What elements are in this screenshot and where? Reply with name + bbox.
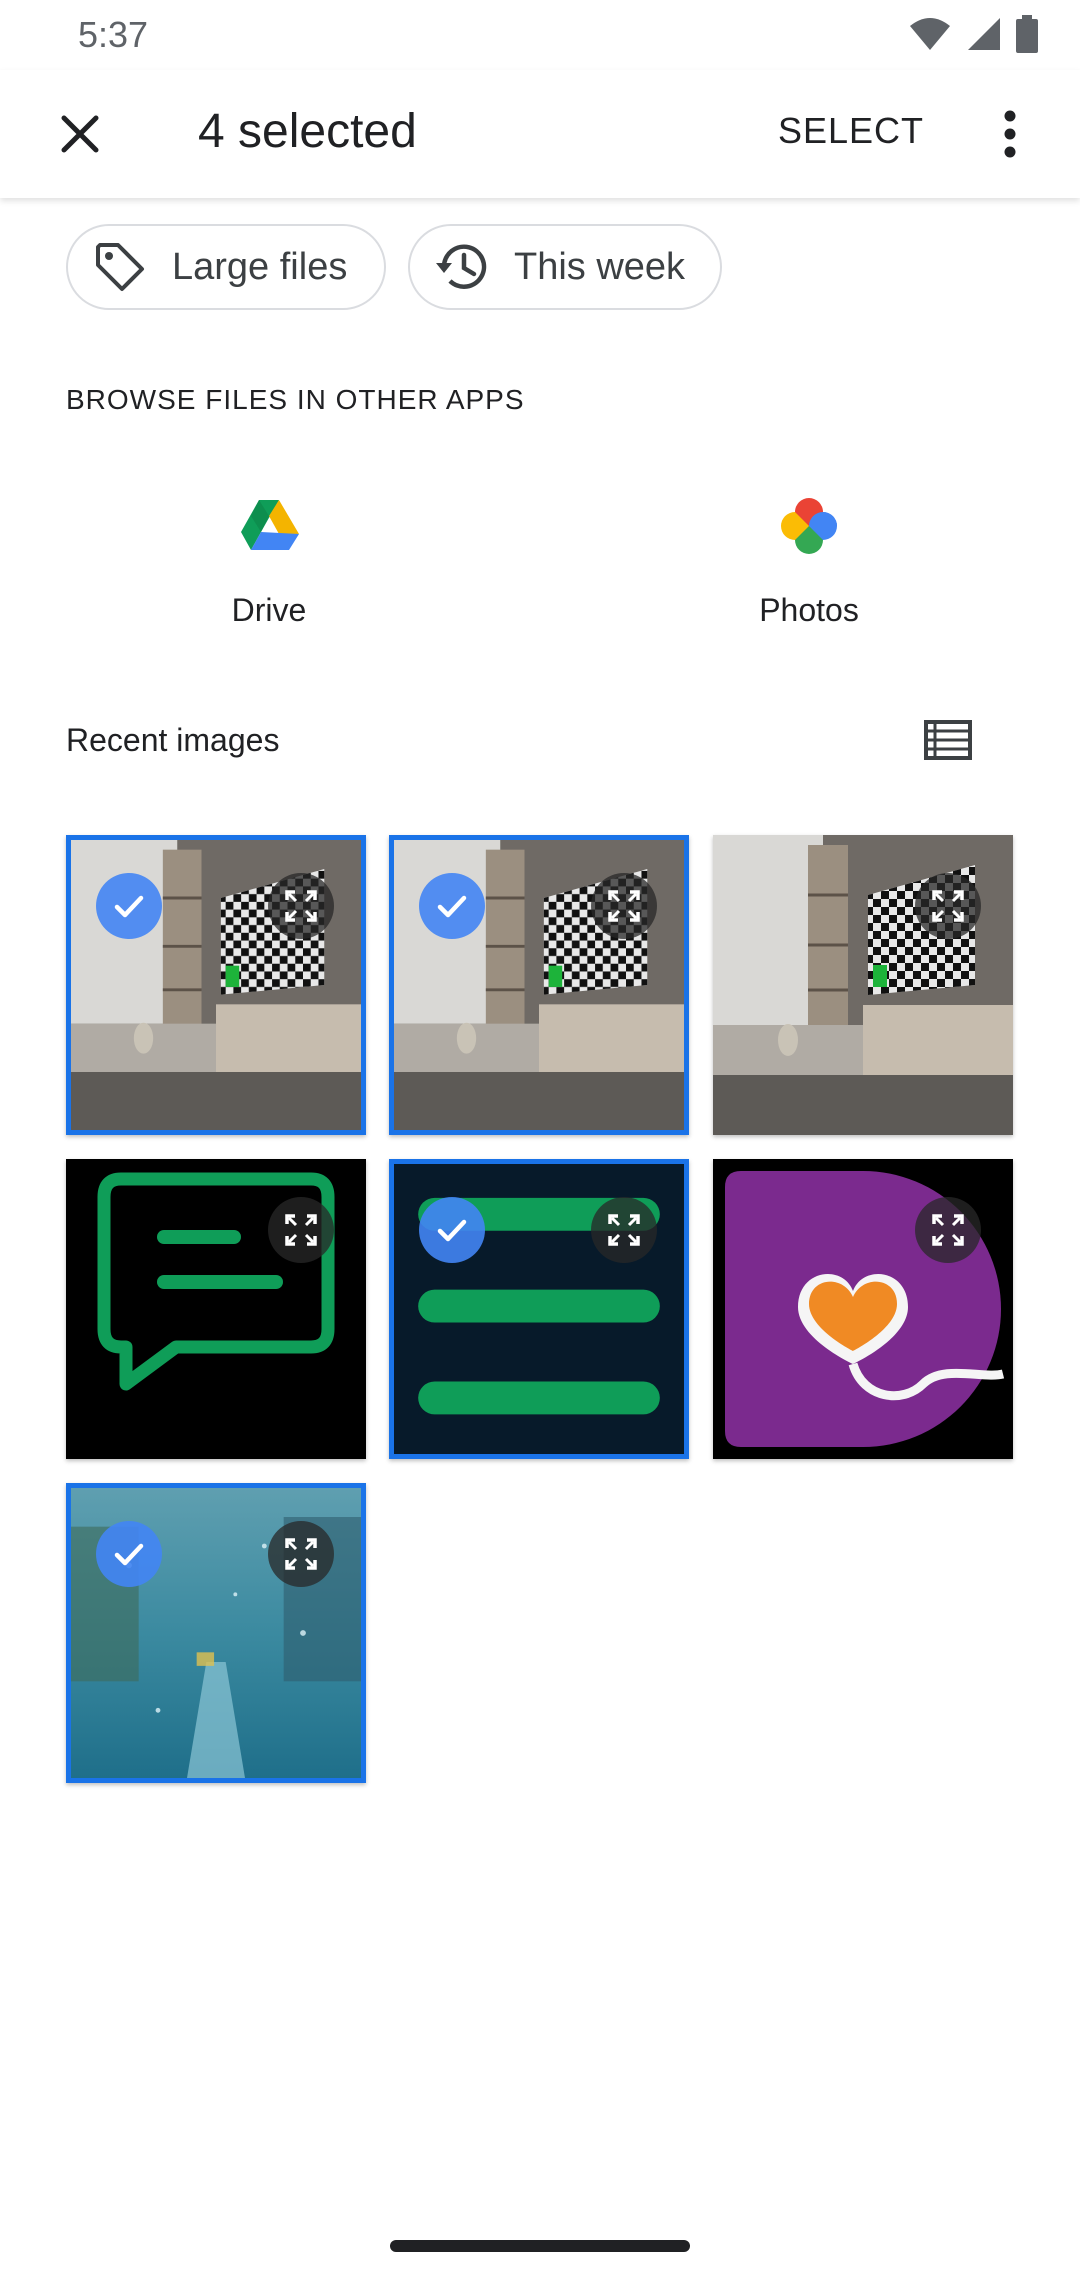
- large-files-chip[interactable]: Large files: [66, 224, 386, 310]
- photos-app-tile[interactable]: Photos: [674, 480, 944, 660]
- image-thumbnail[interactable]: [66, 835, 366, 1135]
- drive-label: Drive: [231, 592, 307, 628]
- check-icon: [437, 895, 467, 918]
- selected-check-badge[interactable]: [96, 873, 162, 939]
- select-button[interactable]: SELECT: [778, 110, 924, 152]
- tag-icon: [96, 243, 144, 291]
- expand-preview-button[interactable]: [915, 873, 981, 939]
- status-time: 5:37: [78, 14, 149, 55]
- more-vert-icon: [1004, 110, 1016, 158]
- image-thumbnail[interactable]: [713, 1159, 1013, 1459]
- this-week-chip[interactable]: This week: [408, 224, 722, 310]
- fullscreen-icon: [608, 890, 640, 922]
- selected-check-badge[interactable]: [419, 1197, 485, 1263]
- selection-count-title: 4 selected: [198, 105, 417, 158]
- google-photos-icon: [781, 498, 837, 554]
- check-icon: [437, 1219, 467, 1242]
- list-view-icon: [924, 720, 972, 760]
- selection-app-bar: 4 selected SELECT: [0, 70, 1080, 198]
- selected-check-badge[interactable]: [96, 1521, 162, 1587]
- google-drive-icon: [241, 500, 299, 550]
- large-files-chip-label: Large files: [172, 245, 348, 288]
- fullscreen-icon: [932, 890, 964, 922]
- photos-label: Photos: [759, 592, 859, 628]
- drive-app-tile[interactable]: Drive: [134, 480, 404, 660]
- fullscreen-icon: [932, 1214, 964, 1246]
- close-icon: [61, 115, 99, 153]
- image-thumbnail[interactable]: [389, 1159, 689, 1459]
- fullscreen-icon: [285, 1214, 317, 1246]
- image-thumbnail[interactable]: [66, 1483, 366, 1783]
- fullscreen-icon: [285, 890, 317, 922]
- image-thumbnail[interactable]: [389, 835, 689, 1135]
- selected-check-badge[interactable]: [419, 873, 485, 939]
- navigation-handle[interactable]: [390, 2240, 690, 2252]
- image-thumbnail[interactable]: [66, 1159, 366, 1459]
- status-icons: [908, 14, 1038, 54]
- recent-images-heading: Recent images: [66, 722, 280, 758]
- expand-preview-button[interactable]: [915, 1197, 981, 1263]
- check-icon: [114, 895, 144, 918]
- wifi-icon: [910, 18, 950, 50]
- expand-preview-button[interactable]: [268, 873, 334, 939]
- expand-preview-button[interactable]: [591, 1197, 657, 1263]
- close-selection-button[interactable]: [40, 94, 120, 174]
- cellular-signal-icon: [968, 18, 1000, 50]
- fullscreen-icon: [285, 1538, 317, 1570]
- fullscreen-icon: [608, 1214, 640, 1246]
- this-week-chip-label: This week: [514, 245, 686, 288]
- battery-icon: [1016, 15, 1038, 53]
- more-options-button[interactable]: [970, 94, 1050, 174]
- expand-preview-button[interactable]: [268, 1197, 334, 1263]
- expand-preview-button[interactable]: [591, 873, 657, 939]
- browse-other-apps-heading: BROWSE FILES IN OTHER APPS: [66, 384, 525, 415]
- check-icon: [114, 1543, 144, 1566]
- history-icon: [436, 244, 487, 289]
- image-thumbnail[interactable]: [713, 835, 1013, 1135]
- list-view-toggle-button[interactable]: [918, 710, 978, 770]
- expand-preview-button[interactable]: [268, 1521, 334, 1587]
- status-bar: 5:37: [0, 0, 1080, 70]
